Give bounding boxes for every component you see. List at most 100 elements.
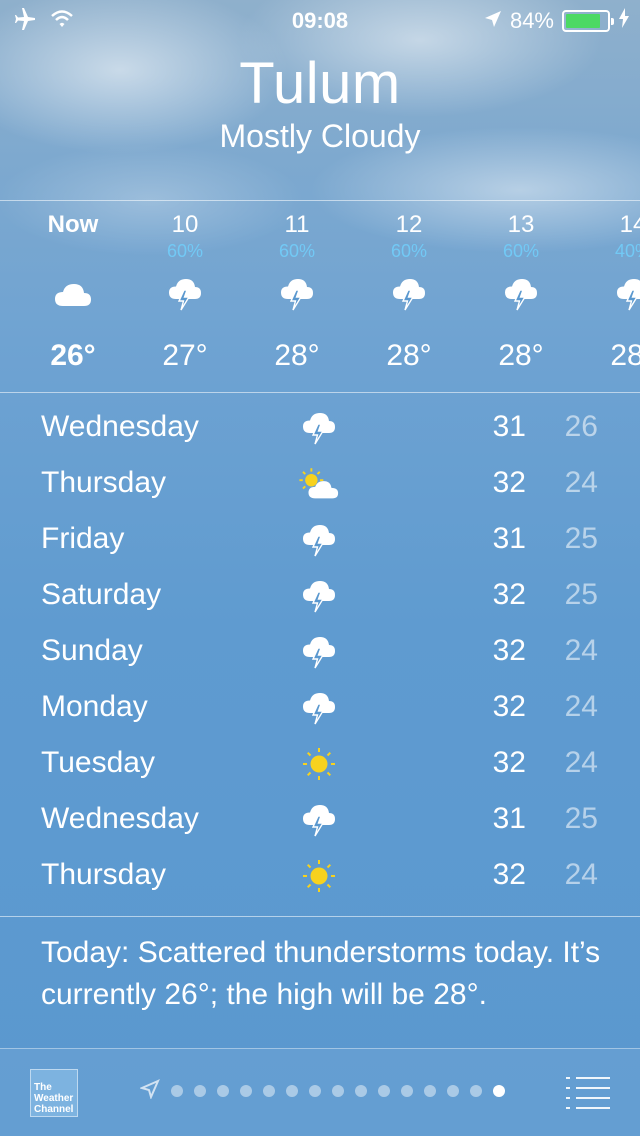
day-name: Monday: [41, 690, 148, 723]
day-name: Thursday: [41, 858, 167, 891]
daily-row: Tuesday 32 24: [0, 736, 640, 792]
page-indicator[interactable]: [139, 1078, 505, 1103]
high-temp: 31: [492, 802, 526, 835]
precip-chance: 60%: [166, 241, 204, 261]
precip-chance: 60%: [278, 241, 316, 261]
high-temp: 31: [492, 522, 526, 555]
thunderstorm-icon: [578, 262, 640, 326]
hour-label: 10: [171, 211, 199, 238]
bottom-bar: The Weather Channel: [0, 1048, 640, 1136]
low-temp: 24: [564, 634, 598, 667]
precip-chance: [18, 240, 128, 262]
page-dot[interactable]: [194, 1085, 206, 1097]
low-temp: 24: [564, 466, 598, 499]
daily-row: Monday 32 24: [0, 680, 640, 736]
day-name: Wednesday: [41, 410, 199, 443]
page-dot[interactable]: [401, 1085, 413, 1097]
status-bar: 09:08 84%: [0, 0, 640, 40]
location-arrow-icon: [484, 8, 502, 34]
high-temp: 32: [492, 578, 526, 611]
thunderstorm-icon: [466, 262, 576, 326]
sunny-icon: [298, 744, 340, 784]
hour-temp: 28°: [498, 339, 544, 372]
hour-column: 13 60% 28°: [466, 210, 576, 376]
hour-column: Now 26°: [18, 210, 128, 376]
city-list-button[interactable]: [566, 1077, 610, 1109]
partly-sunny-icon: [298, 464, 340, 504]
hour-label: 13: [507, 211, 535, 238]
hour-column: 10 60% 27°: [130, 210, 240, 376]
hour-column: 11 60% 28°: [242, 210, 352, 376]
precip-chance: 60%: [390, 241, 428, 261]
cloud-icon: [18, 262, 128, 326]
hourly-forecast[interactable]: Now 26° 10 60% 27° 11 60% 28° 12 60% 28° 13 60% 28° 14…: [0, 210, 640, 390]
daily-row: Thursday 32 24: [0, 848, 640, 904]
high-temp: 32: [492, 634, 526, 667]
hour-temp: 28°: [386, 339, 432, 372]
hour-temp: 26°: [50, 339, 96, 372]
hour-column: 12 60% 28°: [354, 210, 464, 376]
page-dot[interactable]: [470, 1085, 482, 1097]
sunny-icon: [298, 856, 340, 896]
high-temp: 32: [492, 858, 526, 891]
page-dot[interactable]: [217, 1085, 229, 1097]
page-dot[interactable]: [286, 1085, 298, 1097]
thunderstorm-icon: [354, 262, 464, 326]
page-dot[interactable]: [332, 1085, 344, 1097]
day-name: Friday: [41, 522, 125, 555]
high-temp: 32: [492, 466, 526, 499]
daily-row: Wednesday 31 26: [0, 400, 640, 456]
daily-row: Sunday 32 24: [0, 624, 640, 680]
daily-row: Friday 31 25: [0, 512, 640, 568]
divider-hourly: [0, 392, 640, 393]
low-temp: 25: [564, 578, 598, 611]
day-name: Saturday: [41, 578, 162, 611]
hour-label: 12: [395, 211, 423, 238]
low-temp: 26: [564, 410, 598, 443]
battery-icon: [562, 10, 614, 32]
thunderstorm-icon: [298, 800, 340, 840]
page-dot[interactable]: [240, 1085, 252, 1097]
day-name: Thursday: [41, 466, 167, 499]
divider-daily: [0, 916, 640, 917]
battery-percent: 84%: [509, 8, 554, 33]
page-dot[interactable]: [493, 1085, 505, 1097]
thunderstorm-icon: [298, 576, 340, 616]
low-temp: 24: [564, 858, 598, 891]
page-dot[interactable]: [309, 1085, 321, 1097]
high-temp: 32: [492, 690, 526, 723]
page-dot[interactable]: [263, 1085, 275, 1097]
divider-top: [0, 200, 640, 201]
daily-row: Thursday 32 24: [0, 456, 640, 512]
day-name: Tuesday: [41, 746, 155, 779]
daily-row: Saturday 32 25: [0, 568, 640, 624]
hour-label: 14: [619, 211, 640, 238]
high-temp: 31: [492, 410, 526, 443]
page-dot[interactable]: [447, 1085, 459, 1097]
page-dot[interactable]: [355, 1085, 367, 1097]
weather-channel-logo[interactable]: The Weather Channel: [30, 1069, 78, 1117]
charging-bolt-icon: [618, 8, 630, 34]
city-name: Tulum: [239, 51, 401, 116]
hour-temp: 28°: [610, 339, 640, 372]
thunderstorm-icon: [298, 408, 340, 448]
page-dot[interactable]: [171, 1085, 183, 1097]
day-name: Sunday: [41, 634, 143, 667]
thunderstorm-icon: [242, 262, 352, 326]
thunderstorm-icon: [298, 520, 340, 560]
page-dot[interactable]: [378, 1085, 390, 1097]
low-temp: 24: [564, 746, 598, 779]
hour-label: Now: [47, 211, 99, 238]
thunderstorm-icon: [130, 262, 240, 326]
page-dot[interactable]: [424, 1085, 436, 1097]
low-temp: 24: [564, 690, 598, 723]
precip-chance: 40%: [614, 241, 640, 261]
low-temp: 25: [564, 522, 598, 555]
daily-row: Wednesday 31 25: [0, 792, 640, 848]
thunderstorm-icon: [298, 632, 340, 672]
hour-column: 14 40% 28°: [578, 210, 640, 376]
precip-chance: 60%: [502, 241, 540, 261]
day-name: Wednesday: [41, 802, 199, 835]
thunderstorm-icon: [298, 688, 340, 728]
hour-temp: 28°: [274, 339, 320, 372]
